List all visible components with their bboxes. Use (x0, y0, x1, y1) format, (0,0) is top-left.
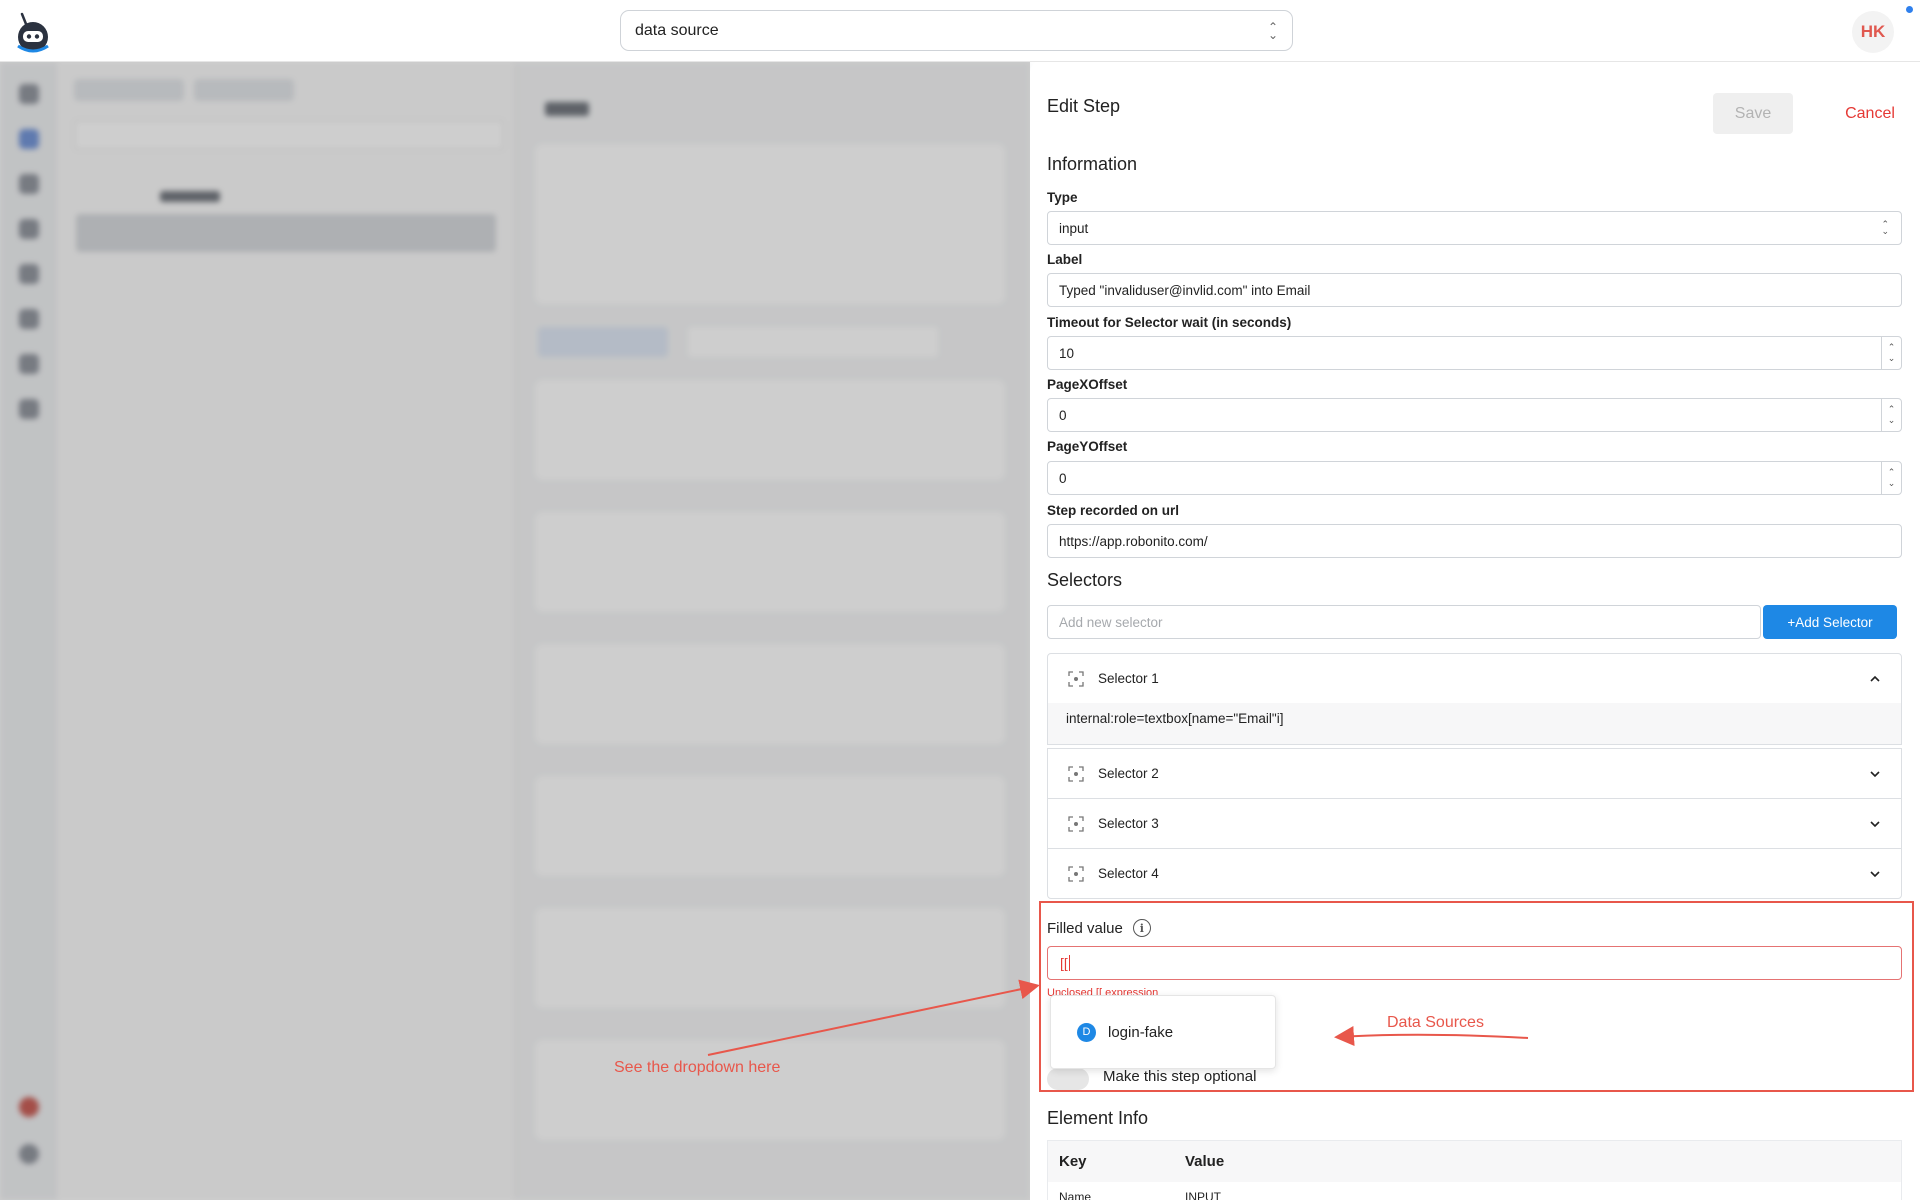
annotation-arrow-right (1334, 1026, 1529, 1047)
dropdown-annotation: See the dropdown here (614, 1059, 781, 1076)
annotation-arrows (707, 979, 1529, 1056)
data-sources-annotation: Data Sources (1387, 1014, 1484, 1031)
annotation-arrow-left (707, 979, 1040, 1056)
